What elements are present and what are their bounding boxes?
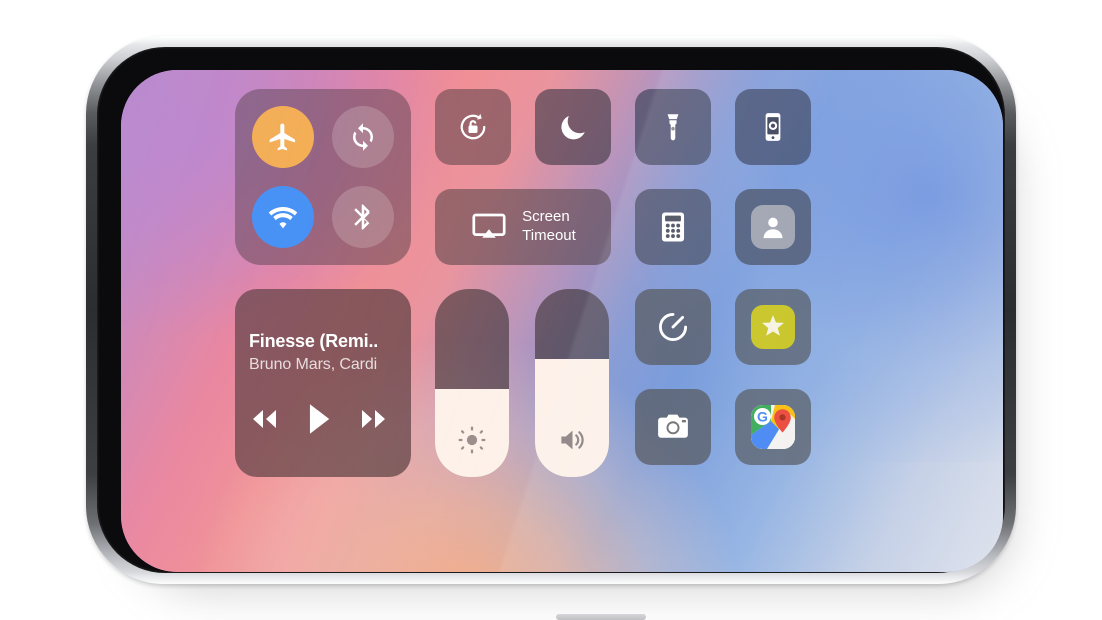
moon-icon	[556, 110, 590, 144]
brightness-icon	[435, 425, 509, 455]
notes-shortcut[interactable]	[735, 289, 811, 365]
volume-slider-fill	[535, 358, 609, 477]
timer-shortcut[interactable]	[635, 289, 711, 365]
airplane-mode-toggle[interactable]	[252, 106, 314, 168]
control-center: Screen Timeout Finesse (Remi.. Bruno Mar…	[235, 89, 811, 477]
sync-icon	[348, 122, 378, 152]
bluetooth-toggle[interactable]	[332, 186, 394, 248]
flashlight-icon	[656, 110, 690, 144]
maps-shortcut[interactable]: G	[735, 389, 811, 465]
device-bezel: Screen Timeout Finesse (Remi.. Bruno Mar…	[97, 47, 1005, 573]
media-artist: Bruno Mars, Cardi	[249, 356, 378, 373]
wifi-icon	[267, 201, 299, 233]
volume-slider[interactable]	[535, 289, 609, 477]
do-not-disturb-toggle[interactable]	[535, 89, 611, 165]
play-button[interactable]	[304, 402, 334, 436]
screen-timeout-tile[interactable]: Screen Timeout	[435, 189, 611, 265]
speaker-icon	[535, 425, 609, 455]
next-track-button[interactable]	[359, 407, 389, 431]
screen-timeout-label-line1: Screen	[522, 208, 570, 226]
rotation-lock-toggle[interactable]	[435, 89, 511, 165]
contacts-person-icon	[751, 205, 795, 249]
phone-device: Screen Timeout Finesse (Remi.. Bruno Mar…	[86, 36, 1016, 620]
camera-icon	[654, 408, 692, 446]
screenshot-root: Screen Timeout Finesse (Remi.. Bruno Mar…	[0, 0, 1102, 620]
screen-capture-toggle[interactable]	[735, 89, 811, 165]
screen-timeout-label: Screen Timeout	[522, 208, 576, 246]
flashlight-toggle[interactable]	[635, 89, 711, 165]
camera-shortcut[interactable]	[635, 389, 711, 465]
contacts-shortcut[interactable]	[735, 189, 811, 265]
timer-icon	[655, 309, 691, 345]
sync-toggle[interactable]	[332, 106, 394, 168]
media-title: Finesse (Remi..	[249, 331, 379, 351]
google-maps-icon: G	[751, 405, 795, 449]
phone-camera-icon	[756, 110, 790, 144]
calculator-shortcut[interactable]	[635, 189, 711, 265]
airplane-icon	[267, 121, 299, 153]
previous-track-button[interactable]	[249, 407, 279, 431]
flower-app-icon	[751, 305, 795, 349]
media-player[interactable]: Finesse (Remi.. Bruno Mars, Cardi	[235, 289, 411, 477]
connectivity-panel	[235, 89, 411, 265]
rotation-lock-icon	[455, 109, 491, 145]
wifi-toggle[interactable]	[252, 186, 314, 248]
phone-screen[interactable]: Screen Timeout Finesse (Remi.. Bruno Mar…	[121, 70, 1003, 572]
media-controls	[249, 402, 389, 436]
brightness-slider[interactable]	[435, 289, 509, 477]
charging-port	[556, 614, 646, 620]
bluetooth-icon	[348, 202, 378, 232]
svg-text:G: G	[757, 409, 768, 425]
calculator-icon	[656, 210, 690, 244]
screen-timeout-label-line2: Timeout	[522, 227, 576, 244]
airplay-screen-icon	[470, 208, 508, 246]
